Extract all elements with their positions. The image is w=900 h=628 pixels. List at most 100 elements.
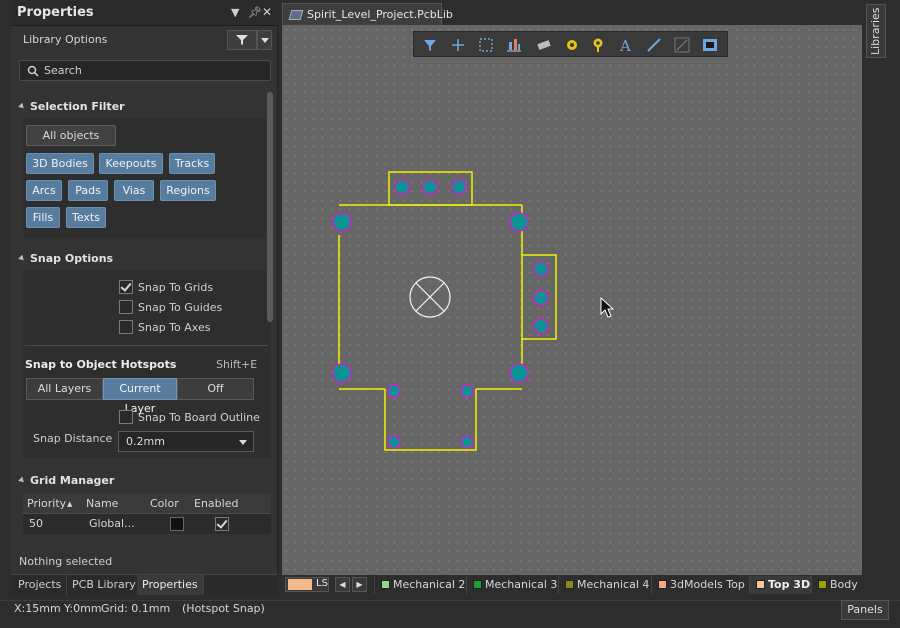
section-grid-manager[interactable]: Grid Manager <box>18 474 115 487</box>
snap-to-grids-checkbox[interactable] <box>119 280 133 294</box>
pad[interactable] <box>533 318 549 334</box>
layer-tab-mechanical-3[interactable]: Mechanical 3 <box>466 576 557 594</box>
line-icon[interactable] <box>641 32 667 58</box>
text-icon[interactable]: A <box>613 32 639 58</box>
layer-tab-top-3d[interactable]: Top 3D <box>749 576 811 594</box>
filter-pads[interactable]: Pads <box>68 180 108 201</box>
keepout-icon[interactable] <box>697 32 723 58</box>
right-dock <box>862 0 900 600</box>
segment-all-layers[interactable]: All Layers <box>26 378 103 400</box>
segment-current-layer[interactable]: Current Layer <box>103 378 177 415</box>
close-icon[interactable]: ✕ <box>262 5 272 19</box>
panel-menu-icon[interactable]: ▼ <box>231 6 239 19</box>
selection-status: Nothing selected <box>19 555 113 568</box>
cell-name: Global... <box>89 517 135 530</box>
layer-label: Mechanical 2 <box>393 578 466 591</box>
pad[interactable] <box>460 384 474 398</box>
tab-projects[interactable]: Projects <box>13 575 68 595</box>
grid-size: Grid: 0.1mm <box>101 602 171 615</box>
col-name[interactable]: Name <box>86 497 118 510</box>
snap-distance-label: Snap Distance <box>33 432 113 445</box>
section-snap-options[interactable]: Snap Options <box>18 252 114 265</box>
section-selection-filter[interactable]: Selection Filter <box>18 100 125 113</box>
layer-tab-3dmodels-top[interactable]: 3dModels Top <box>651 576 745 594</box>
select-rect-icon[interactable] <box>473 32 499 58</box>
layer-tab-mechanical-2[interactable]: Mechanical 2 <box>374 576 465 594</box>
search-input[interactable]: Search <box>19 60 271 81</box>
snap-to-axes-checkbox[interactable] <box>119 320 133 334</box>
section-title: Grid Manager <box>30 474 115 487</box>
pad[interactable] <box>460 435 474 449</box>
library-options-label: Library Options <box>23 33 108 46</box>
pad[interactable] <box>387 384 401 398</box>
all-objects-button[interactable]: All objects <box>26 125 116 146</box>
col-priority[interactable]: Priority <box>27 497 66 510</box>
panels-button[interactable]: Panels <box>841 600 889 620</box>
divider <box>25 345 268 346</box>
pad[interactable] <box>533 261 549 277</box>
layer-color-swatch <box>818 580 827 589</box>
col-color[interactable]: Color <box>150 497 179 510</box>
properties-panel: Properties ▼ 📌︎ ✕ Library Options Search… <box>11 0 278 595</box>
tab-properties[interactable]: Properties <box>137 575 204 595</box>
filter-dropdown[interactable] <box>257 30 272 50</box>
layer-label: 3dModels Top <box>670 578 745 591</box>
selection-filter-block: All objects 3D Bodies Keepouts Tracks Ar… <box>23 118 271 238</box>
component-icon[interactable] <box>531 32 557 58</box>
snap-to-guides-checkbox[interactable] <box>119 300 133 314</box>
pin-icon[interactable]: 📌︎ <box>248 6 262 19</box>
align-icon[interactable] <box>501 32 527 58</box>
via-icon[interactable] <box>585 32 611 58</box>
filter-regions[interactable]: Regions <box>160 180 216 201</box>
pad[interactable] <box>451 179 467 195</box>
plus-icon[interactable] <box>445 32 471 58</box>
footprint-drawing <box>332 171 557 451</box>
pad[interactable] <box>533 290 549 306</box>
tab-pcb-library[interactable]: PCB Library <box>67 575 142 595</box>
svg-text:A: A <box>619 37 631 54</box>
snap-to-grids-label: Snap To Grids <box>138 281 214 294</box>
pad[interactable] <box>332 363 352 383</box>
filter-vias[interactable]: Vias <box>114 180 154 201</box>
layer-tab-body[interactable]: Body I <box>811 576 862 594</box>
filter-button[interactable] <box>227 30 257 50</box>
filter-3d-bodies[interactable]: 3D Bodies <box>26 153 94 174</box>
layer-set-label: LS <box>316 578 328 589</box>
grid-enabled-checkbox[interactable] <box>215 517 229 531</box>
snap-to-board-outline-checkbox[interactable] <box>119 410 133 424</box>
pcblib-file-icon <box>288 10 304 20</box>
hotspots-shortcut: Shift+E <box>216 358 258 371</box>
filter-fills[interactable]: Fills <box>26 207 60 228</box>
filter-keepouts[interactable]: Keepouts <box>99 153 163 174</box>
pad[interactable] <box>387 435 401 449</box>
section-title: Selection Filter <box>30 100 125 113</box>
layer-prev-button[interactable]: ◀ <box>335 577 350 592</box>
pad[interactable] <box>509 363 529 383</box>
pad-icon[interactable] <box>559 32 585 58</box>
pad[interactable] <box>509 212 529 232</box>
snap-distance-select[interactable]: 0.2mm <box>118 431 254 452</box>
filter-icon[interactable] <box>417 32 443 58</box>
layer-color-swatch <box>381 580 390 589</box>
panel-scrollbar[interactable] <box>267 92 273 322</box>
dimension-icon[interactable] <box>669 32 695 58</box>
col-enabled[interactable]: Enabled <box>194 497 238 510</box>
pad[interactable] <box>394 179 410 195</box>
filter-arcs[interactable]: Arcs <box>26 180 62 201</box>
pad[interactable] <box>332 212 352 232</box>
libraries-panel-tab[interactable]: Libraries <box>866 4 886 58</box>
layer-set-button[interactable]: LS <box>285 577 329 592</box>
section-title: Snap Options <box>30 252 114 265</box>
snap-to-guides-label: Snap To Guides <box>138 301 223 314</box>
document-tab[interactable]: Spirit_Level_Project.PcbLib <box>282 3 453 25</box>
layer-tab-mechanical-4[interactable]: Mechanical 4 <box>558 576 649 594</box>
pad[interactable] <box>422 179 438 195</box>
table-row[interactable]: 50 Global... <box>23 514 271 534</box>
filter-tracks[interactable]: Tracks <box>169 153 215 174</box>
pcb-canvas[interactable] <box>282 25 862 575</box>
filter-texts[interactable]: Texts <box>66 207 106 228</box>
grid-color-swatch[interactable] <box>170 517 184 531</box>
layer-next-button[interactable]: ▶ <box>352 577 367 592</box>
segment-off[interactable]: Off <box>177 378 254 400</box>
panel-title: Properties <box>17 5 94 20</box>
